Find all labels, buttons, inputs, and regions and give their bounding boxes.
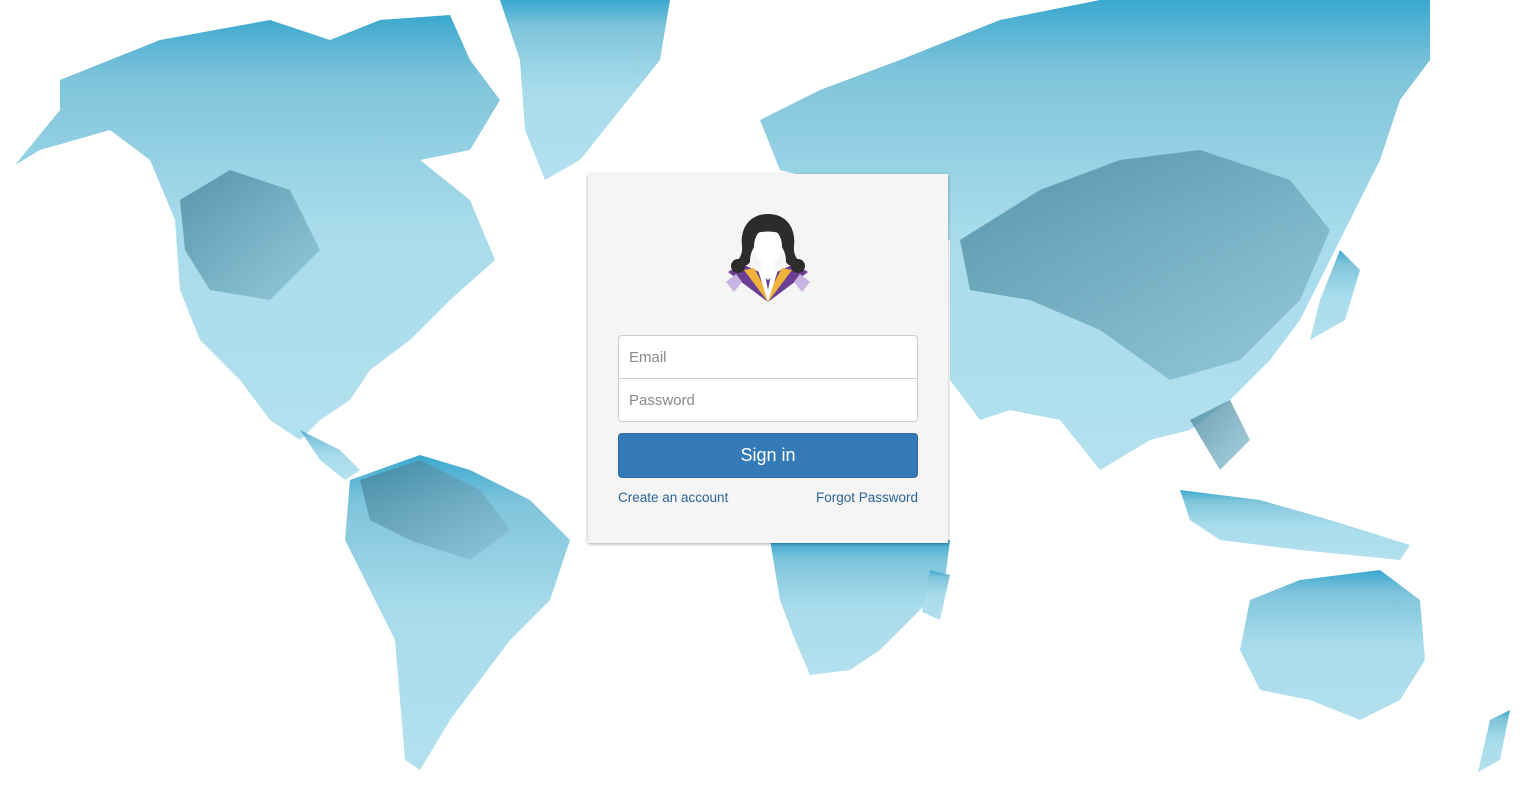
login-card: Sign in Create an account Forgot Passwor… (588, 174, 948, 543)
password-input[interactable] (618, 378, 918, 422)
login-page: Sign in Create an account Forgot Passwor… (0, 0, 1536, 790)
credentials-group (618, 335, 918, 422)
email-input[interactable] (618, 335, 918, 379)
sign-in-button[interactable]: Sign in (618, 433, 918, 478)
forgot-password-link[interactable]: Forgot Password (816, 490, 918, 505)
user-avatar-icon (726, 214, 810, 302)
create-account-link[interactable]: Create an account (618, 490, 728, 505)
